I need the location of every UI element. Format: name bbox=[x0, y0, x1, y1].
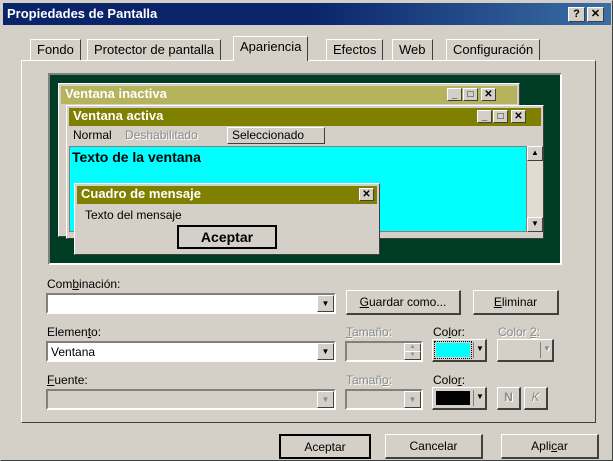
color-swatch bbox=[436, 391, 470, 405]
tab-label: Configuración bbox=[453, 42, 534, 57]
separator bbox=[473, 390, 474, 406]
close-button[interactable]: ✕ bbox=[587, 7, 604, 22]
window-text: Texto de la ventana bbox=[72, 149, 201, 165]
msgbox-title: Cuadro de mensaje bbox=[81, 186, 201, 201]
scroll-down-icon: ▼ bbox=[527, 217, 543, 232]
maximize-icon: □ bbox=[463, 88, 478, 101]
close-icon: ✕ bbox=[359, 188, 374, 201]
save-as-button[interactable]: Guardar como... bbox=[346, 290, 461, 315]
preview-active-titlebar: Ventana activa bbox=[69, 108, 541, 126]
tab-label: Protector de pantalla bbox=[94, 42, 214, 57]
title-bar[interactable]: Propiedades de Pantalla ? ✕ bbox=[3, 3, 611, 25]
element-color-button[interactable]: ▼ bbox=[432, 339, 487, 362]
tab-configuracion[interactable]: Configuración bbox=[446, 39, 541, 60]
msgbox-text: Texto del mensaje bbox=[85, 208, 182, 222]
tab-protector[interactable]: Protector de pantalla bbox=[87, 39, 221, 60]
element-select[interactable]: Ventana ▼ bbox=[46, 341, 336, 362]
tab-label: Efectos bbox=[333, 42, 377, 57]
spin-down-icon[interactable]: ▼ bbox=[404, 351, 421, 360]
minimize-icon: _ bbox=[447, 88, 462, 101]
scheme-label: Combinación: bbox=[47, 277, 121, 291]
display-properties-dialog: Propiedades de Pantalla ? ✕ Fondo Protec… bbox=[0, 0, 613, 461]
element-color-label: Color: bbox=[433, 325, 466, 339]
font-color-label: Color: bbox=[433, 373, 466, 387]
separator bbox=[473, 342, 474, 358]
help-button[interactable]: ? bbox=[568, 7, 585, 22]
element-size-spinner[interactable]: ▲ ▼ bbox=[345, 341, 423, 362]
dropdown-arrow-icon[interactable]: ▼ bbox=[317, 343, 334, 360]
close-icon: ✕ bbox=[590, 8, 601, 20]
msgbox-titlebar: Cuadro de mensaje bbox=[77, 186, 377, 204]
dropdown-arrow-icon: ▼ bbox=[476, 344, 484, 353]
menu-selected: Seleccionado bbox=[227, 127, 325, 144]
font-size-label: Tamaño: bbox=[346, 373, 393, 387]
tab-label: Fondo bbox=[37, 42, 74, 57]
appearance-preview[interactable]: Ventana inactiva _ □ ✕ Ventana activa _ … bbox=[48, 73, 562, 265]
menu-normal: Normal bbox=[73, 128, 112, 142]
window-title: Propiedades de Pantalla bbox=[7, 6, 158, 21]
italic-button[interactable]: K bbox=[524, 387, 548, 410]
bold-icon: N bbox=[504, 390, 513, 404]
active-title: Ventana activa bbox=[73, 108, 164, 123]
dropdown-arrow-icon[interactable]: ▼ bbox=[404, 391, 421, 408]
italic-icon: K bbox=[531, 390, 540, 404]
dropdown-arrow-icon: ▼ bbox=[543, 344, 551, 353]
dropdown-arrow-icon[interactable]: ▼ bbox=[317, 391, 334, 408]
separator bbox=[540, 342, 541, 358]
menu-selected-label: Seleccionado bbox=[232, 128, 305, 142]
apply-button[interactable]: Aplicar bbox=[501, 434, 599, 459]
ok-button[interactable]: Aceptar bbox=[279, 434, 371, 459]
cancel-button[interactable]: Cancelar bbox=[385, 434, 483, 459]
font-select[interactable]: ▼ bbox=[46, 389, 336, 410]
element-color2-button[interactable]: ▼ bbox=[497, 339, 554, 362]
color-swatch bbox=[434, 341, 472, 359]
dropdown-arrow-icon: ▼ bbox=[476, 392, 484, 401]
maximize-icon: □ bbox=[493, 110, 508, 123]
scheme-select[interactable]: ▼ bbox=[46, 293, 336, 314]
tab-label: Apariencia bbox=[240, 39, 302, 54]
scroll-up-icon: ▲ bbox=[527, 146, 543, 161]
preview-scrollbar: ▲ ▼ bbox=[527, 146, 543, 232]
font-label: Fuente: bbox=[47, 373, 88, 387]
element-color2-label: Color 2: bbox=[498, 325, 541, 339]
inactive-title: Ventana inactiva bbox=[65, 86, 167, 101]
minimize-icon: _ bbox=[477, 110, 492, 123]
close-icon: ✕ bbox=[481, 88, 496, 101]
menu-disabled: Deshabilitado bbox=[125, 128, 198, 142]
tab-web[interactable]: Web bbox=[392, 39, 433, 60]
delete-button[interactable]: Eliminar bbox=[473, 290, 559, 315]
msgbox-ok-button: Aceptar bbox=[177, 225, 277, 249]
element-label: Elemento: bbox=[47, 325, 102, 339]
element-value: Ventana bbox=[51, 345, 96, 359]
close-icon: ✕ bbox=[511, 110, 526, 123]
dropdown-arrow-icon[interactable]: ▼ bbox=[317, 295, 334, 312]
font-size-select[interactable]: ▼ bbox=[345, 389, 423, 410]
element-size-label: Tamaño: bbox=[346, 325, 393, 339]
bold-button[interactable]: N bbox=[497, 387, 521, 410]
tab-efectos[interactable]: Efectos bbox=[326, 39, 384, 60]
tab-label: Web bbox=[399, 42, 426, 57]
tab-apariencia[interactable]: Apariencia bbox=[233, 36, 309, 61]
font-color-button[interactable]: ▼ bbox=[432, 387, 487, 410]
preview-message-box[interactable]: Cuadro de mensaje ✕ Texto del mensaje Ac… bbox=[74, 183, 380, 255]
tab-fondo[interactable]: Fondo bbox=[30, 39, 81, 60]
